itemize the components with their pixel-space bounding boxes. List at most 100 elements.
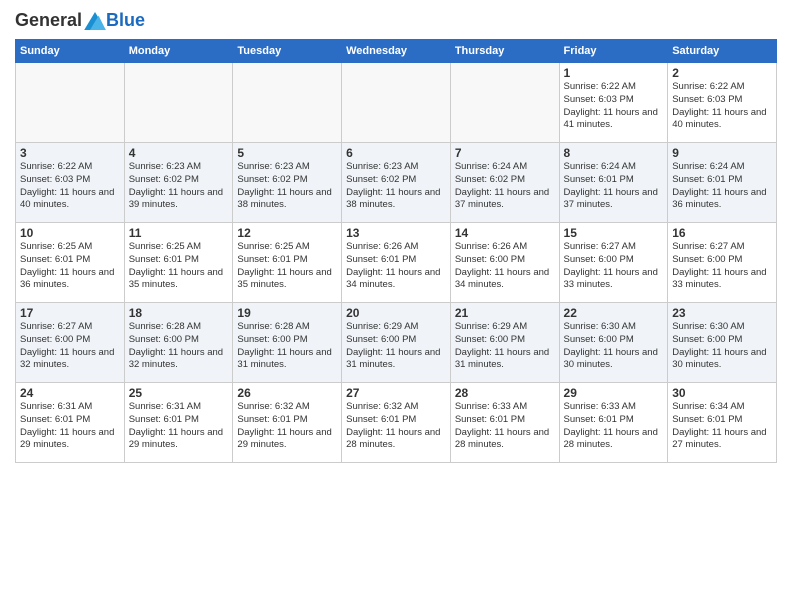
day-number: 22 <box>564 306 664 320</box>
day-number: 10 <box>20 226 120 240</box>
calendar-cell: 13Sunrise: 6:26 AM Sunset: 6:01 PM Dayli… <box>342 223 451 303</box>
logo-blue-text: Blue <box>106 10 145 30</box>
day-number: 13 <box>346 226 446 240</box>
day-info: Sunrise: 6:28 AM Sunset: 6:00 PM Dayligh… <box>129 321 229 372</box>
calendar-cell: 4Sunrise: 6:23 AM Sunset: 6:02 PM Daylig… <box>124 143 233 223</box>
calendar-cell: 10Sunrise: 6:25 AM Sunset: 6:01 PM Dayli… <box>16 223 125 303</box>
day-number: 7 <box>455 146 555 160</box>
calendar-cell: 15Sunrise: 6:27 AM Sunset: 6:00 PM Dayli… <box>559 223 668 303</box>
day-number: 24 <box>20 386 120 400</box>
calendar-cell <box>124 63 233 143</box>
day-number: 16 <box>672 226 772 240</box>
page-container: General Blue SundayMondayTuesdayWednesday… <box>0 0 792 468</box>
day-number: 28 <box>455 386 555 400</box>
day-number: 14 <box>455 226 555 240</box>
week-row-5: 24Sunrise: 6:31 AM Sunset: 6:01 PM Dayli… <box>16 383 777 463</box>
week-row-2: 3Sunrise: 6:22 AM Sunset: 6:03 PM Daylig… <box>16 143 777 223</box>
calendar-cell: 2Sunrise: 6:22 AM Sunset: 6:03 PM Daylig… <box>668 63 777 143</box>
day-info: Sunrise: 6:29 AM Sunset: 6:00 PM Dayligh… <box>346 321 446 372</box>
day-number: 23 <box>672 306 772 320</box>
day-number: 12 <box>237 226 337 240</box>
calendar-cell: 1Sunrise: 6:22 AM Sunset: 6:03 PM Daylig… <box>559 63 668 143</box>
calendar-cell: 24Sunrise: 6:31 AM Sunset: 6:01 PM Dayli… <box>16 383 125 463</box>
day-info: Sunrise: 6:30 AM Sunset: 6:00 PM Dayligh… <box>672 321 772 372</box>
day-number: 5 <box>237 146 337 160</box>
day-info: Sunrise: 6:30 AM Sunset: 6:00 PM Dayligh… <box>564 321 664 372</box>
day-info: Sunrise: 6:27 AM Sunset: 6:00 PM Dayligh… <box>20 321 120 372</box>
calendar-cell: 26Sunrise: 6:32 AM Sunset: 6:01 PM Dayli… <box>233 383 342 463</box>
day-info: Sunrise: 6:25 AM Sunset: 6:01 PM Dayligh… <box>20 241 120 292</box>
day-number: 17 <box>20 306 120 320</box>
calendar-cell <box>16 63 125 143</box>
day-number: 4 <box>129 146 229 160</box>
day-number: 8 <box>564 146 664 160</box>
day-number: 1 <box>564 66 664 80</box>
day-number: 29 <box>564 386 664 400</box>
calendar-cell: 23Sunrise: 6:30 AM Sunset: 6:00 PM Dayli… <box>668 303 777 383</box>
day-info: Sunrise: 6:27 AM Sunset: 6:00 PM Dayligh… <box>564 241 664 292</box>
day-number: 11 <box>129 226 229 240</box>
calendar-cell: 21Sunrise: 6:29 AM Sunset: 6:00 PM Dayli… <box>450 303 559 383</box>
calendar-cell: 5Sunrise: 6:23 AM Sunset: 6:02 PM Daylig… <box>233 143 342 223</box>
calendar-cell: 8Sunrise: 6:24 AM Sunset: 6:01 PM Daylig… <box>559 143 668 223</box>
calendar-cell: 9Sunrise: 6:24 AM Sunset: 6:01 PM Daylig… <box>668 143 777 223</box>
calendar-cell: 18Sunrise: 6:28 AM Sunset: 6:00 PM Dayli… <box>124 303 233 383</box>
day-number: 2 <box>672 66 772 80</box>
day-number: 9 <box>672 146 772 160</box>
calendar-cell: 6Sunrise: 6:23 AM Sunset: 6:02 PM Daylig… <box>342 143 451 223</box>
weekday-header-row: SundayMondayTuesdayWednesdayThursdayFrid… <box>16 40 777 63</box>
day-info: Sunrise: 6:32 AM Sunset: 6:01 PM Dayligh… <box>237 401 337 452</box>
calendar-cell: 20Sunrise: 6:29 AM Sunset: 6:00 PM Dayli… <box>342 303 451 383</box>
day-info: Sunrise: 6:31 AM Sunset: 6:01 PM Dayligh… <box>20 401 120 452</box>
logo-icon <box>84 12 106 30</box>
header: General Blue <box>15 10 777 31</box>
day-info: Sunrise: 6:23 AM Sunset: 6:02 PM Dayligh… <box>346 161 446 212</box>
calendar-cell: 30Sunrise: 6:34 AM Sunset: 6:01 PM Dayli… <box>668 383 777 463</box>
calendar-cell: 27Sunrise: 6:32 AM Sunset: 6:01 PM Dayli… <box>342 383 451 463</box>
weekday-header-sunday: Sunday <box>16 40 125 63</box>
day-info: Sunrise: 6:22 AM Sunset: 6:03 PM Dayligh… <box>20 161 120 212</box>
day-info: Sunrise: 6:27 AM Sunset: 6:00 PM Dayligh… <box>672 241 772 292</box>
day-info: Sunrise: 6:25 AM Sunset: 6:01 PM Dayligh… <box>129 241 229 292</box>
logo: General Blue <box>15 10 145 31</box>
day-number: 26 <box>237 386 337 400</box>
day-number: 27 <box>346 386 446 400</box>
calendar-cell: 22Sunrise: 6:30 AM Sunset: 6:00 PM Dayli… <box>559 303 668 383</box>
weekday-header-thursday: Thursday <box>450 40 559 63</box>
day-info: Sunrise: 6:26 AM Sunset: 6:01 PM Dayligh… <box>346 241 446 292</box>
day-info: Sunrise: 6:25 AM Sunset: 6:01 PM Dayligh… <box>237 241 337 292</box>
weekday-header-monday: Monday <box>124 40 233 63</box>
calendar-cell: 25Sunrise: 6:31 AM Sunset: 6:01 PM Dayli… <box>124 383 233 463</box>
calendar-cell: 7Sunrise: 6:24 AM Sunset: 6:02 PM Daylig… <box>450 143 559 223</box>
day-info: Sunrise: 6:32 AM Sunset: 6:01 PM Dayligh… <box>346 401 446 452</box>
day-info: Sunrise: 6:33 AM Sunset: 6:01 PM Dayligh… <box>455 401 555 452</box>
day-number: 3 <box>20 146 120 160</box>
day-info: Sunrise: 6:23 AM Sunset: 6:02 PM Dayligh… <box>129 161 229 212</box>
day-info: Sunrise: 6:22 AM Sunset: 6:03 PM Dayligh… <box>564 81 664 132</box>
calendar-cell: 28Sunrise: 6:33 AM Sunset: 6:01 PM Dayli… <box>450 383 559 463</box>
calendar-cell <box>233 63 342 143</box>
day-info: Sunrise: 6:34 AM Sunset: 6:01 PM Dayligh… <box>672 401 772 452</box>
day-info: Sunrise: 6:24 AM Sunset: 6:02 PM Dayligh… <box>455 161 555 212</box>
day-number: 15 <box>564 226 664 240</box>
calendar-cell: 29Sunrise: 6:33 AM Sunset: 6:01 PM Dayli… <box>559 383 668 463</box>
day-info: Sunrise: 6:31 AM Sunset: 6:01 PM Dayligh… <box>129 401 229 452</box>
day-info: Sunrise: 6:24 AM Sunset: 6:01 PM Dayligh… <box>672 161 772 212</box>
logo-general: General <box>15 10 82 31</box>
day-info: Sunrise: 6:26 AM Sunset: 6:00 PM Dayligh… <box>455 241 555 292</box>
day-info: Sunrise: 6:23 AM Sunset: 6:02 PM Dayligh… <box>237 161 337 212</box>
calendar-cell: 16Sunrise: 6:27 AM Sunset: 6:00 PM Dayli… <box>668 223 777 303</box>
calendar-cell <box>450 63 559 143</box>
weekday-header-friday: Friday <box>559 40 668 63</box>
calendar-cell: 19Sunrise: 6:28 AM Sunset: 6:00 PM Dayli… <box>233 303 342 383</box>
calendar-cell: 12Sunrise: 6:25 AM Sunset: 6:01 PM Dayli… <box>233 223 342 303</box>
week-row-4: 17Sunrise: 6:27 AM Sunset: 6:00 PM Dayli… <box>16 303 777 383</box>
day-info: Sunrise: 6:22 AM Sunset: 6:03 PM Dayligh… <box>672 81 772 132</box>
day-number: 21 <box>455 306 555 320</box>
week-row-1: 1Sunrise: 6:22 AM Sunset: 6:03 PM Daylig… <box>16 63 777 143</box>
day-info: Sunrise: 6:33 AM Sunset: 6:01 PM Dayligh… <box>564 401 664 452</box>
calendar-cell: 3Sunrise: 6:22 AM Sunset: 6:03 PM Daylig… <box>16 143 125 223</box>
calendar-cell: 11Sunrise: 6:25 AM Sunset: 6:01 PM Dayli… <box>124 223 233 303</box>
day-number: 20 <box>346 306 446 320</box>
day-number: 19 <box>237 306 337 320</box>
